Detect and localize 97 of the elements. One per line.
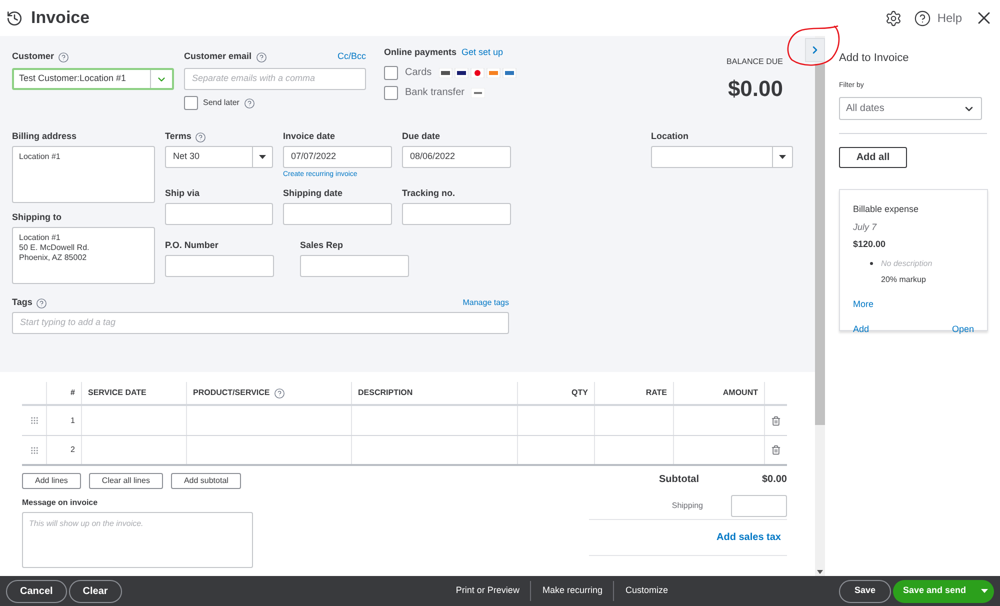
field-label: Location [651, 130, 688, 144]
column-header: DESCRIPTION [358, 387, 413, 399]
field-label: Customer [12, 50, 54, 64]
line-number: 1 [70, 414, 75, 426]
line-action-button[interactable]: Add subtotal [170, 473, 242, 489]
card-description: No description [881, 258, 932, 270]
manage-tags-link[interactable]: Manage tags [462, 297, 509, 309]
column-header: RATE [646, 387, 667, 399]
send-later-label: Send later [203, 97, 240, 109]
field-label: P.O. Number [165, 239, 218, 252]
caret-icon [779, 155, 786, 159]
address-field[interactable]: Location #1 [12, 146, 155, 203]
window-title: Invoice [31, 7, 90, 30]
bullet-icon [870, 262, 873, 265]
field-label: Terms [165, 130, 192, 144]
caret-icon [981, 589, 988, 593]
balance-due-label: BALANCE DUE [726, 56, 783, 68]
settings-icon[interactable] [885, 10, 902, 26]
column-header: # [70, 387, 75, 399]
delete-icon[interactable] [771, 445, 781, 455]
subtotal-value: $0.00 [760, 472, 787, 486]
balance-due-amount: $0.00 [728, 75, 783, 103]
shipping-label: Shipping [672, 500, 703, 512]
drag-handle-icon[interactable] [30, 416, 38, 425]
input-field[interactable] [165, 203, 273, 225]
payment-option-label: Cards [405, 66, 432, 80]
checkbox[interactable] [384, 86, 398, 100]
help-icon[interactable] [244, 98, 256, 108]
scrollbar[interactable] [815, 36, 825, 576]
panel-title: Add to Invoice [839, 51, 910, 66]
help-icon[interactable] [274, 388, 285, 398]
card-markup: 20% markup [880, 274, 927, 286]
collapse-panel-button[interactable] [805, 38, 825, 62]
get-set-up-link[interactable]: Get set up [462, 46, 504, 60]
column-header: AMOUNT [722, 387, 758, 399]
help-icon[interactable] [195, 132, 206, 142]
help-icon [914, 10, 932, 26]
checkbox[interactable] [184, 96, 198, 110]
help-icon[interactable] [256, 52, 267, 62]
field-label: Due date [402, 130, 440, 144]
add-link[interactable]: Add [853, 323, 870, 336]
field-label: Ship via [165, 187, 200, 200]
help-icon[interactable] [36, 298, 48, 308]
input-field[interactable] [402, 203, 511, 225]
field-label: Billing address [12, 130, 77, 144]
save-button[interactable]: Save [839, 580, 891, 602]
message-label: Message on invoice [22, 497, 99, 509]
checkbox[interactable] [384, 66, 398, 80]
history-icon [6, 10, 23, 26]
dropdown-field[interactable] [651, 146, 793, 168]
input-field[interactable]: 07/07/2022 [283, 146, 392, 168]
line-action-button[interactable]: Clear all lines [88, 473, 163, 489]
field-label: Customer email [184, 50, 252, 64]
input-field[interactable]: 08/06/2022 [402, 146, 511, 168]
add-all-button[interactable]: Add all [839, 147, 907, 168]
card-amount: $120.00 [853, 238, 887, 251]
input-field[interactable] [283, 203, 392, 225]
input-field[interactable] [300, 255, 409, 277]
footer-button[interactable]: Clear [68, 580, 122, 602]
column-header: PRODUCT/SERVICE [193, 387, 270, 399]
card-logos-icon [438, 68, 517, 78]
shipping-field[interactable] [731, 494, 787, 516]
customer-dropdown[interactable]: Test Customer:Location #1 [12, 68, 174, 90]
field-label: Sales Rep [300, 239, 344, 252]
footer-link[interactable]: Customize [614, 584, 679, 598]
payment-option-label: Bank transfer [405, 86, 464, 100]
subtotal-label: Subtotal [659, 472, 699, 486]
dropdown-field[interactable]: Net 30 [165, 146, 273, 168]
address-field[interactable]: Location #1 50 E. McDowell Rd. Phoenix, AZ 85002 [12, 227, 155, 284]
caret-icon [259, 155, 266, 159]
more-link[interactable]: More [853, 298, 874, 311]
add-sales-tax-link[interactable]: Add sales tax [716, 530, 781, 545]
field-label: Invoice date [283, 130, 336, 144]
bank-logo-icon [471, 88, 486, 98]
field-label: Shipping to [12, 211, 62, 224]
footer-link[interactable]: Make recurring [531, 584, 614, 598]
card-title: Billable expense [853, 203, 920, 216]
drag-handle-icon[interactable] [30, 446, 38, 454]
column-header: QTY [572, 387, 588, 399]
card-date: July 7 [853, 220, 878, 234]
field-label: Online payments [384, 46, 457, 60]
field-label: Shipping date [283, 187, 342, 200]
scroll-down-icon[interactable] [817, 570, 823, 574]
footer-link[interactable]: Print or Preview [444, 584, 530, 598]
column-header: SERVICE DATE [88, 387, 146, 399]
open-link[interactable]: Open [952, 323, 974, 336]
help-icon[interactable] [58, 52, 70, 62]
cc-bcc-link[interactable]: Cc/Bcc [337, 50, 366, 64]
field-label: Tracking no. [402, 187, 456, 200]
help-button[interactable]: Help [914, 9, 962, 27]
footer-button[interactable]: Cancel [6, 580, 67, 602]
line-number: 2 [70, 444, 75, 456]
field-label: Tags [12, 296, 32, 310]
filter-dropdown[interactable]: All dates [839, 97, 982, 120]
input-field[interactable] [165, 255, 274, 277]
line-action-button[interactable]: Add lines [22, 473, 81, 489]
delete-icon[interactable] [771, 416, 781, 426]
